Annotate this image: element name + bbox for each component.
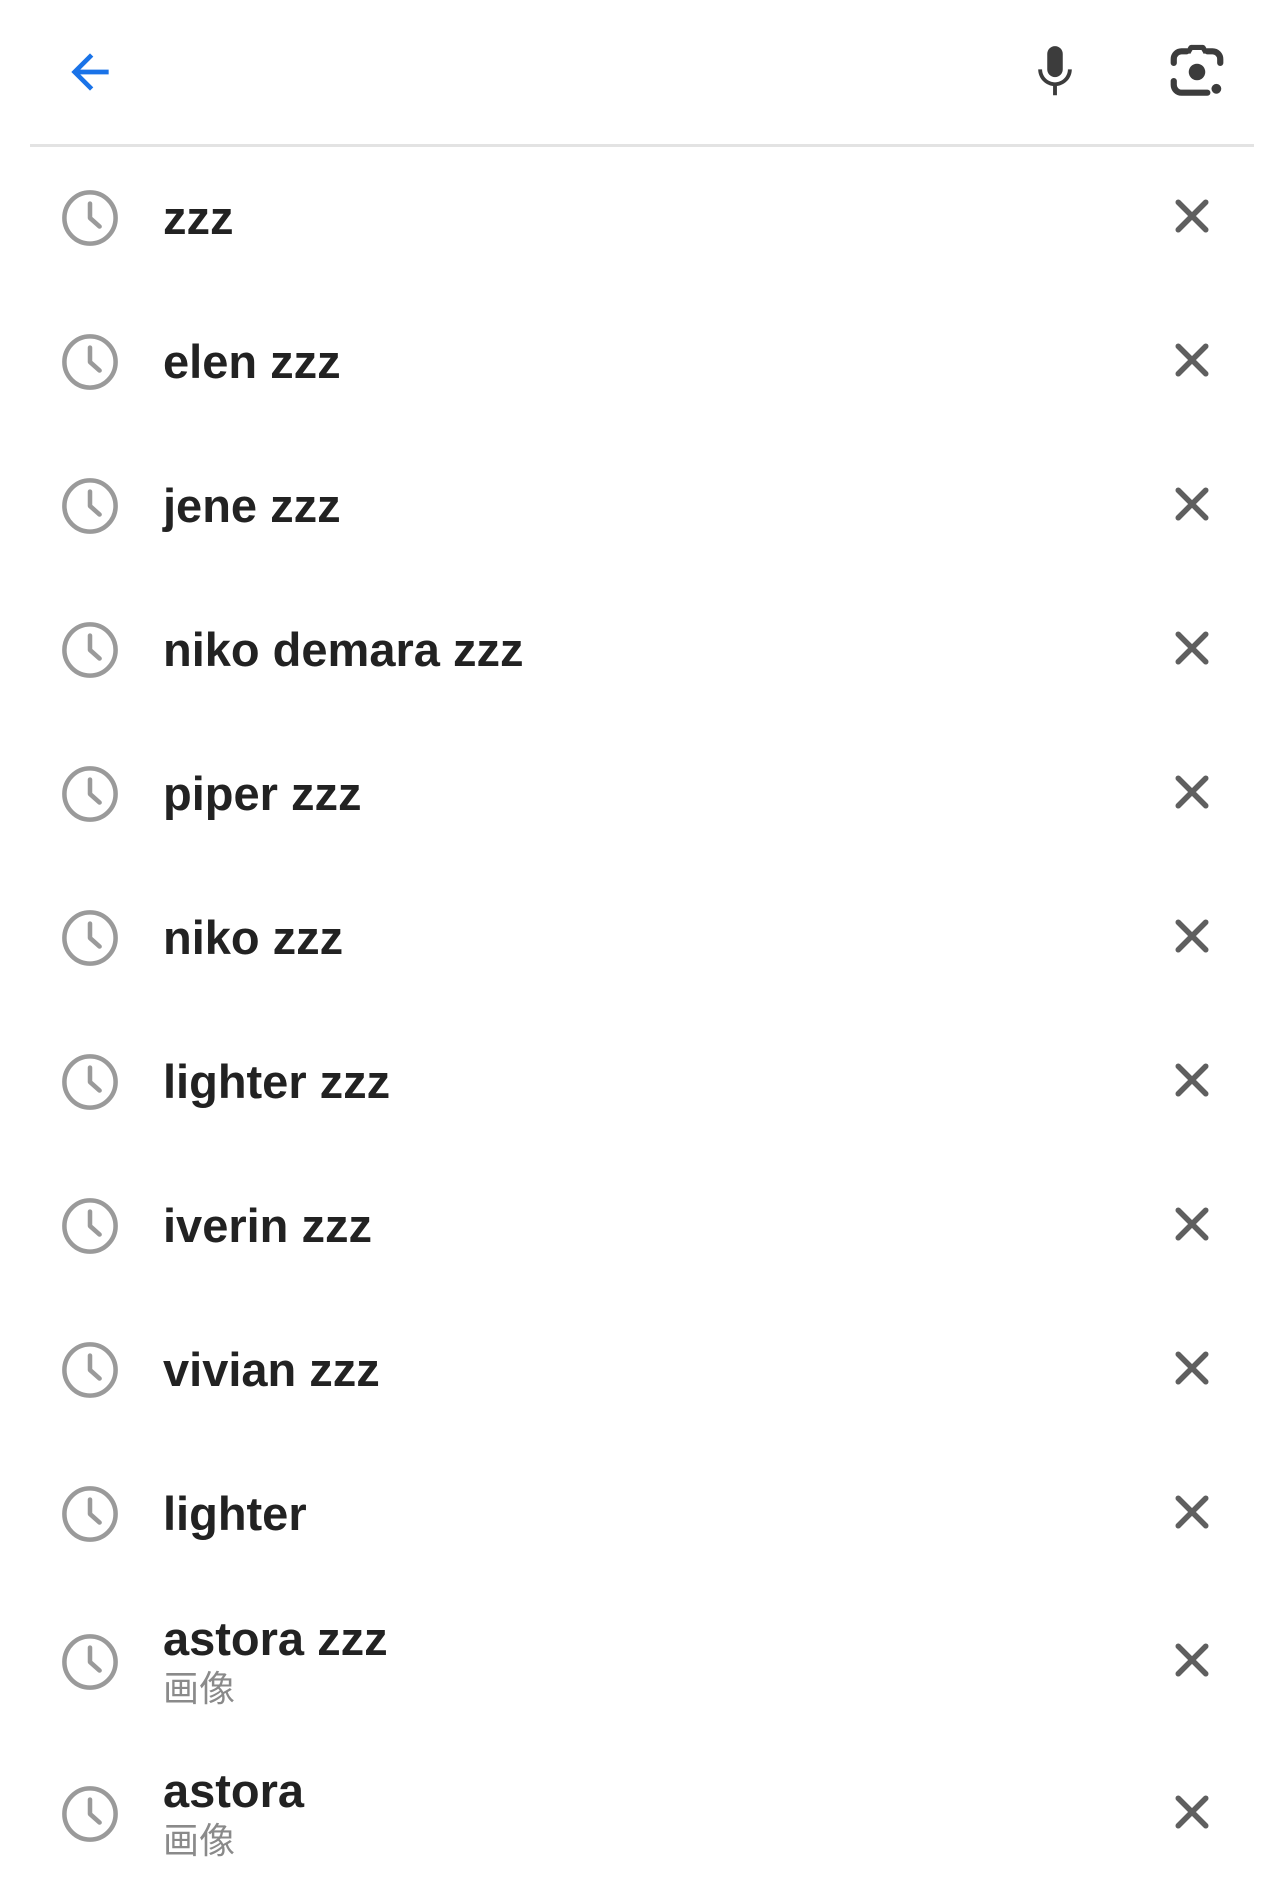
- voice-search-button[interactable]: [1015, 32, 1095, 112]
- history-item-text: astora 画像: [163, 1738, 304, 1890]
- history-query-label: lighter zzz: [163, 1055, 391, 1108]
- history-clock-icon: [58, 618, 122, 682]
- history-clock-icon: [58, 762, 122, 826]
- history-query-label: elen zzz: [163, 335, 341, 388]
- arrow-back-icon: [71, 53, 109, 91]
- close-icon: [1170, 1790, 1214, 1839]
- history-clock-icon: [58, 186, 122, 250]
- history-item[interactable]: vivian zzz: [0, 1298, 1284, 1442]
- history-item-text: jene zzz: [163, 434, 341, 578]
- history-clock-icon: [58, 1782, 122, 1846]
- remove-history-button[interactable]: [1160, 762, 1224, 826]
- history-clock-icon: [58, 1338, 122, 1402]
- history-query-type-label: 画像: [163, 1821, 236, 1862]
- history-item-text: iverin zzz: [163, 1154, 372, 1298]
- history-item[interactable]: niko demara zzz: [0, 578, 1284, 722]
- history-query-label: zzz: [163, 191, 234, 244]
- close-icon: [1170, 1346, 1214, 1395]
- history-item[interactable]: niko zzz: [0, 866, 1284, 1010]
- history-item-text: niko demara zzz: [163, 578, 523, 722]
- close-icon: [1170, 914, 1214, 963]
- close-icon: [1170, 194, 1214, 243]
- history-clock-icon: [58, 330, 122, 394]
- remove-history-button[interactable]: [1160, 1050, 1224, 1114]
- close-icon: [1170, 1058, 1214, 1107]
- history-query-label: astora: [163, 1764, 305, 1817]
- remove-history-button[interactable]: [1160, 1782, 1224, 1846]
- remove-history-button[interactable]: [1160, 474, 1224, 538]
- remove-history-button[interactable]: [1160, 1482, 1224, 1546]
- history-query-label: astora zzz: [163, 1612, 388, 1665]
- history-item-text: elen zzz: [163, 290, 341, 434]
- history-item[interactable]: elen zzz: [0, 290, 1284, 434]
- history-query-label: vivian zzz: [163, 1343, 380, 1396]
- remove-history-button[interactable]: [1160, 1630, 1224, 1694]
- remove-history-button[interactable]: [1160, 618, 1224, 682]
- remove-history-button[interactable]: [1160, 906, 1224, 970]
- close-icon: [1170, 1638, 1214, 1687]
- history-item[interactable]: iverin zzz: [0, 1154, 1284, 1298]
- history-clock-icon: [58, 1050, 122, 1114]
- history-item-text: piper zzz: [163, 722, 361, 866]
- close-icon: [1170, 338, 1214, 387]
- history-clock-icon: [58, 1482, 122, 1546]
- camera-lens-icon: [1170, 44, 1224, 96]
- history-query-label: lighter: [163, 1487, 307, 1540]
- history-item-text: lighter: [163, 1442, 307, 1586]
- remove-history-button[interactable]: [1160, 186, 1224, 250]
- history-item-text: astora zzz 画像: [163, 1586, 388, 1738]
- history-item-text: zzz: [163, 146, 234, 290]
- history-item-text: lighter zzz: [163, 1010, 390, 1154]
- history-item[interactable]: zzz: [0, 146, 1284, 290]
- history-item[interactable]: lighter: [0, 1442, 1284, 1586]
- remove-history-button[interactable]: [1160, 330, 1224, 394]
- history-clock-icon: [58, 474, 122, 538]
- back-button[interactable]: [50, 32, 130, 112]
- remove-history-button[interactable]: [1160, 1338, 1224, 1402]
- remove-history-button[interactable]: [1160, 1194, 1224, 1258]
- history-item[interactable]: piper zzz: [0, 722, 1284, 866]
- history-query-label: jene zzz: [163, 479, 341, 532]
- close-icon: [1170, 626, 1214, 675]
- history-item-text: niko zzz: [163, 866, 343, 1010]
- history-item[interactable]: jene zzz: [0, 434, 1284, 578]
- history-item-text: vivian zzz: [163, 1298, 380, 1442]
- microphone-icon: [1038, 46, 1072, 96]
- lens-search-button[interactable]: [1157, 32, 1237, 112]
- history-item[interactable]: lighter zzz: [0, 1010, 1284, 1154]
- history-query-type-label: 画像: [163, 1669, 236, 1710]
- history-clock-icon: [58, 1194, 122, 1258]
- history-query-label: niko zzz: [163, 911, 344, 964]
- close-icon: [1170, 770, 1214, 819]
- history-query-label: iverin zzz: [163, 1199, 372, 1252]
- history-clock-icon: [58, 1630, 122, 1694]
- search-header: [0, 0, 1284, 147]
- history-query-label: niko demara zzz: [163, 623, 524, 676]
- history-item[interactable]: astora zzz 画像: [0, 1586, 1284, 1738]
- close-icon: [1170, 482, 1214, 531]
- history-clock-icon: [58, 906, 122, 970]
- close-icon: [1170, 1490, 1214, 1539]
- history-query-label: piper zzz: [163, 767, 362, 820]
- close-icon: [1170, 1202, 1214, 1251]
- history-item[interactable]: astora 画像: [0, 1738, 1284, 1890]
